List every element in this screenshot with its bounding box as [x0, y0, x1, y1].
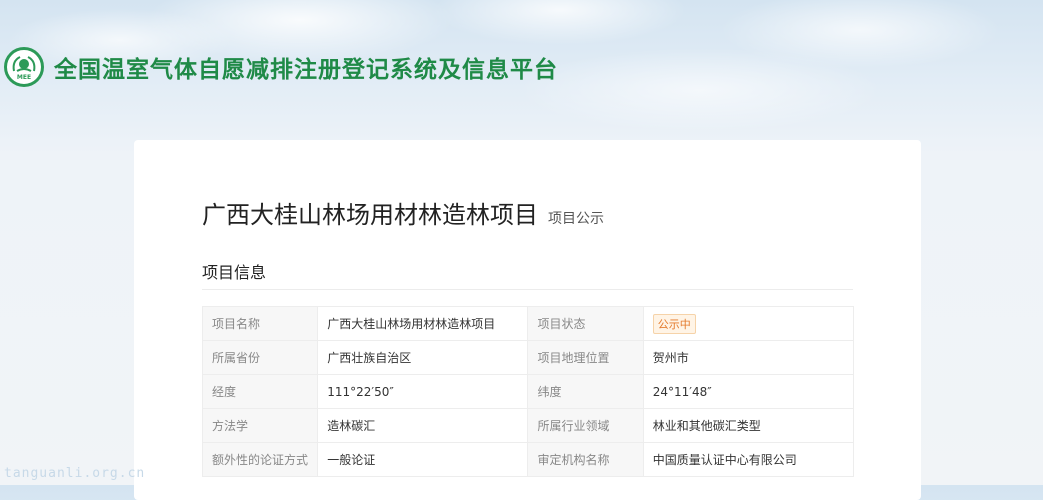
status-badge: 公示中	[652, 313, 696, 334]
value-project-status-cell: 公示中	[642, 306, 855, 341]
table-row: 项目名称 广西大桂山林场用材林造林项目 项目状态 公示中	[201, 306, 855, 341]
mee-logo-icon[interactable]: MEE	[4, 47, 44, 87]
table-row: 方法学 造林碳汇 所属行业领域 林业和其他碳汇类型	[201, 408, 855, 443]
label-methodology: 方法学	[201, 408, 319, 443]
value-additionality: 一般论证	[317, 442, 529, 477]
value-validation-body: 中国质量认证中心有限公司	[642, 442, 855, 477]
label-validation-body: 审定机构名称	[527, 442, 644, 477]
site-title: 全国温室气体自愿减排注册登记系统及信息平台	[54, 57, 558, 83]
logo-text: MEE	[17, 74, 31, 81]
value-location: 贺州市	[642, 340, 855, 375]
section-divider	[202, 289, 853, 290]
project-subtitle: 项目公示	[548, 211, 604, 227]
value-industry: 林业和其他碳汇类型	[642, 408, 855, 443]
section-title: 项目信息	[202, 263, 267, 282]
label-location: 项目地理位置	[527, 340, 644, 375]
project-card: 广西大桂山林场用材林造林项目 项目公示 项目信息 项目名称 广西大桂山林场用材林…	[134, 140, 921, 500]
label-industry: 所属行业领域	[527, 408, 644, 443]
label-latitude: 纬度	[527, 374, 644, 409]
label-project-name: 项目名称	[201, 306, 319, 341]
value-latitude: 24°11′48″	[642, 374, 855, 409]
label-project-status: 项目状态	[527, 306, 644, 341]
value-longitude: 111°22′50″	[317, 374, 529, 409]
table-row: 额外性的论证方式 一般论证 审定机构名称 中国质量认证中心有限公司	[201, 442, 855, 477]
project-title-row: 广西大桂山林场用材林造林项目 项目公示	[202, 195, 604, 230]
label-additionality: 额外性的论证方式	[201, 442, 319, 477]
project-info-table: 项目名称 广西大桂山林场用材林造林项目 项目状态 公示中 所属省份 广西壮族自治…	[201, 306, 855, 477]
value-province: 广西壮族自治区	[317, 340, 529, 375]
table-row: 所属省份 广西壮族自治区 项目地理位置 贺州市	[201, 340, 855, 375]
project-title: 广西大桂山林场用材林造林项目	[202, 201, 538, 229]
value-methodology: 造林碳汇	[317, 408, 529, 443]
value-project-name: 广西大桂山林场用材林造林项目	[317, 306, 529, 341]
label-province: 所属省份	[201, 340, 319, 375]
label-longitude: 经度	[201, 374, 319, 409]
table-row: 经度 111°22′50″ 纬度 24°11′48″	[201, 374, 855, 409]
site-header: MEE 全国温室气体自愿减排注册登记系统及信息平台	[4, 45, 558, 89]
watermark-text: tanguanli.org.cn	[4, 466, 146, 481]
